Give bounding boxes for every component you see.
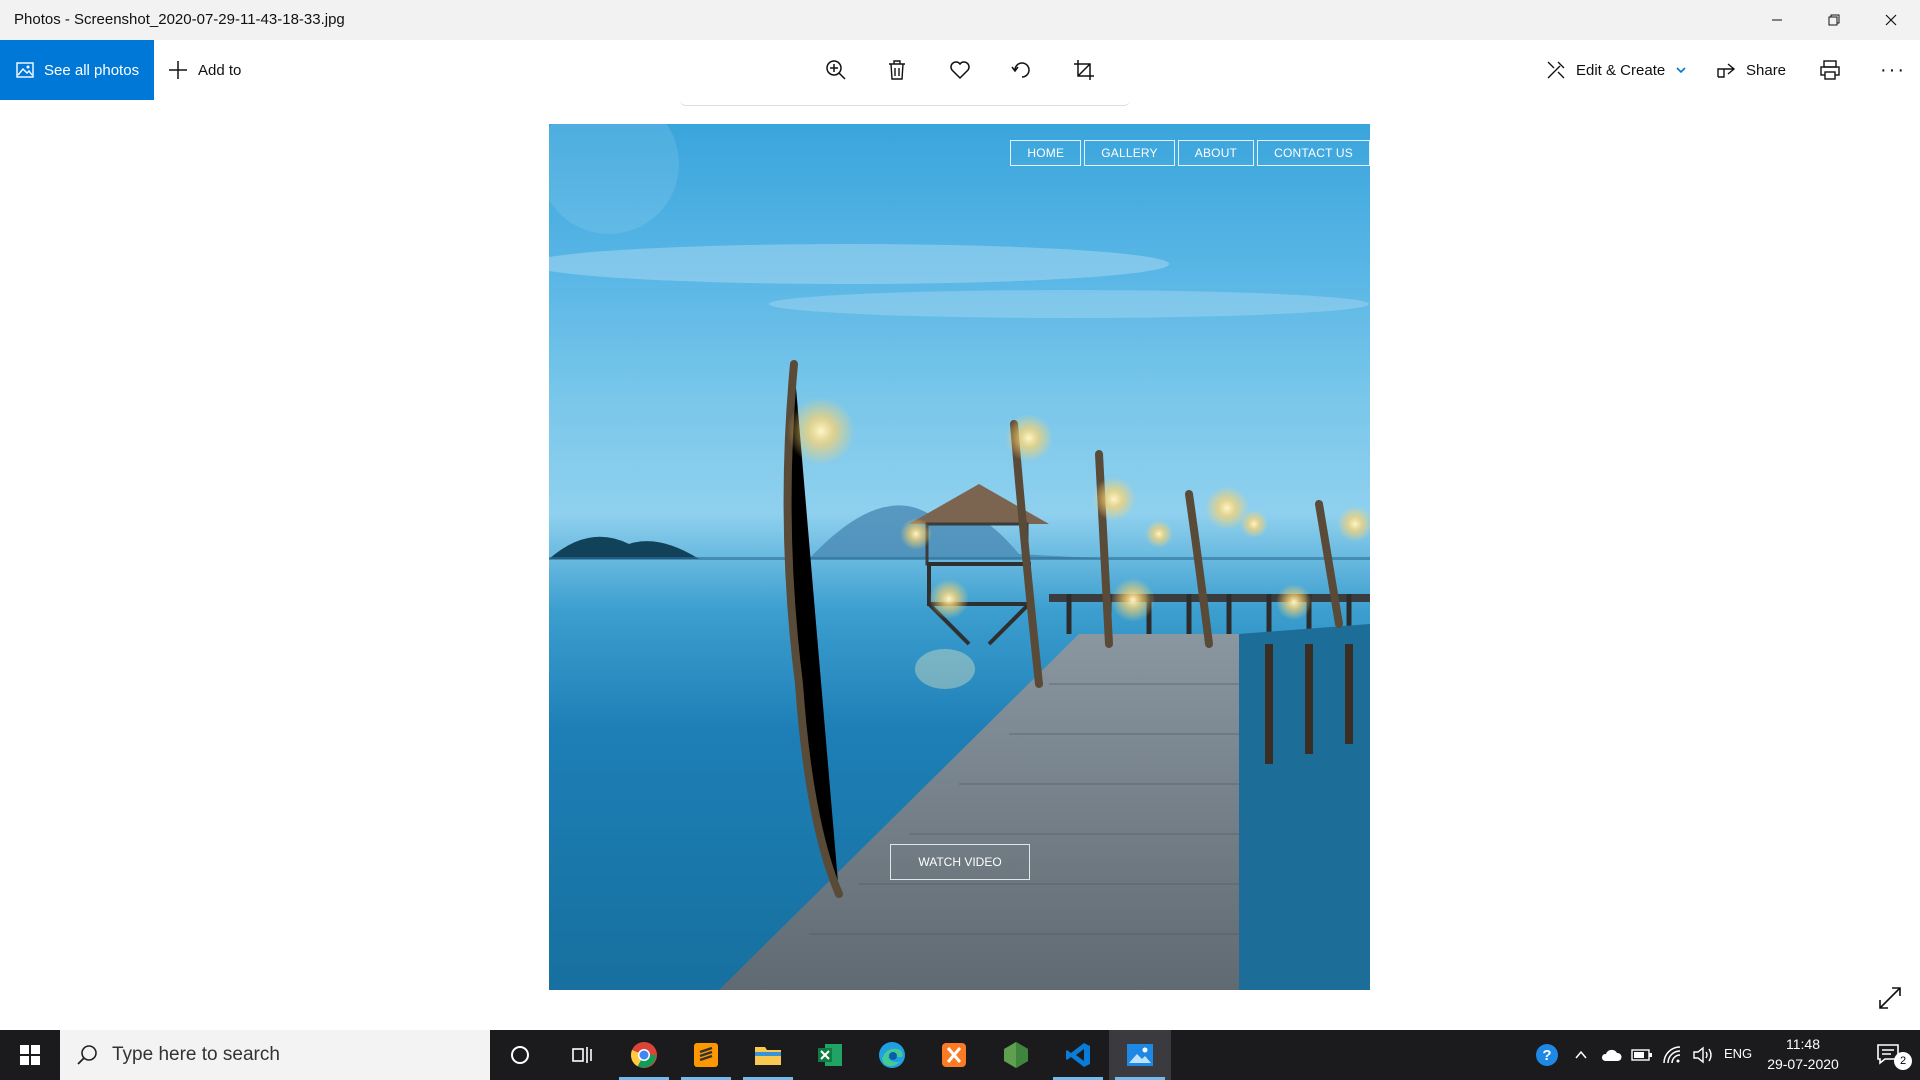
taskbar-search-box[interactable]: Type here to search xyxy=(60,1030,490,1080)
volume-tray-button[interactable] xyxy=(1688,1030,1718,1080)
nodejs-icon xyxy=(1004,1042,1028,1068)
crop-icon xyxy=(1074,60,1094,80)
title-bar: Photos - Screenshot_2020-07-29-11-43-18-… xyxy=(0,0,1920,40)
add-to-label: Add to xyxy=(198,61,242,79)
restore-button[interactable] xyxy=(1805,0,1862,40)
show-hidden-icons-button[interactable] xyxy=(1568,1030,1594,1080)
vscode-icon xyxy=(1066,1043,1090,1067)
notification-count-badge: 2 xyxy=(1894,1052,1912,1070)
chevron-up-icon xyxy=(1575,1050,1587,1059)
edit-create-button[interactable]: Edit & Create xyxy=(1546,40,1687,100)
clock-date: 29-07-2020 xyxy=(1767,1056,1839,1072)
nav-about: ABOUT xyxy=(1177,140,1255,166)
more-options-button[interactable]: ··· xyxy=(1880,40,1906,100)
taskbar-sublime-text[interactable] xyxy=(675,1030,737,1080)
minimize-button[interactable] xyxy=(1748,0,1805,40)
taskbar-edge[interactable] xyxy=(861,1030,923,1080)
delete-button[interactable] xyxy=(883,56,911,84)
taskbar-xampp[interactable] xyxy=(923,1030,985,1080)
onedrive-tray-button[interactable] xyxy=(1596,1030,1626,1080)
battery-icon xyxy=(1631,1049,1652,1061)
zoom-in-icon xyxy=(826,60,846,80)
edit-create-icon xyxy=(1547,61,1565,79)
taskbar-file-explorer[interactable] xyxy=(737,1030,799,1080)
folder-icon xyxy=(755,1047,781,1065)
windows-taskbar: Type here to search ? ENG 11:48 29-07-20… xyxy=(0,1030,1920,1080)
trash-icon xyxy=(889,60,905,80)
taskbar-excel[interactable] xyxy=(799,1030,861,1080)
nav-home: HOME xyxy=(1010,140,1082,166)
add-to-button[interactable]: Add to xyxy=(168,40,241,100)
action-center-button[interactable]: 2 xyxy=(1864,1030,1914,1080)
site-nav: HOME GALLERY ABOUT CONTACT US xyxy=(1007,140,1370,166)
filmstrip-hint xyxy=(680,100,1130,106)
input-language-indicator[interactable]: ENG xyxy=(1724,1046,1752,1061)
minimize-icon xyxy=(1771,19,1782,21)
photos-app-icon xyxy=(1127,1044,1153,1066)
cortana-button[interactable] xyxy=(489,1030,551,1080)
print-button[interactable] xyxy=(1816,56,1844,84)
see-all-photos-button[interactable]: See all photos xyxy=(0,40,154,100)
favorite-button[interactable] xyxy=(946,56,974,84)
edge-icon xyxy=(879,1042,905,1068)
photos-icon xyxy=(16,62,34,78)
task-view-button[interactable] xyxy=(551,1030,613,1080)
printer-icon xyxy=(1820,60,1840,80)
volume-icon xyxy=(1693,1046,1712,1064)
edit-create-label: Edit & Create xyxy=(1576,61,1666,79)
search-icon xyxy=(77,1045,97,1065)
search-placeholder: Type here to search xyxy=(112,1044,280,1065)
share-icon xyxy=(1717,63,1736,78)
window-title: Photos - Screenshot_2020-07-29-11-43-18-… xyxy=(14,11,345,28)
cortana-icon xyxy=(511,1046,529,1064)
wifi-icon xyxy=(1663,1046,1681,1064)
photo-viewer-image: HOME GALLERY ABOUT CONTACT US WATCH VIDE… xyxy=(549,124,1370,990)
expand-icon xyxy=(1879,987,1901,1009)
taskbar-clock[interactable]: 11:48 29-07-2020 xyxy=(1760,1034,1846,1074)
windows-logo-icon xyxy=(20,1045,40,1065)
taskbar-chrome[interactable] xyxy=(613,1030,675,1080)
watch-video-button: WATCH VIDEO xyxy=(890,844,1030,880)
plus-icon xyxy=(169,61,187,79)
zoom-button[interactable] xyxy=(822,56,850,84)
taskbar-photos[interactable] xyxy=(1109,1030,1171,1080)
cloud-icon xyxy=(1601,1049,1622,1061)
help-icon: ? xyxy=(1536,1044,1558,1066)
sublime-text-icon xyxy=(694,1043,718,1067)
close-icon xyxy=(1885,14,1896,26)
nav-contact-us: CONTACT US xyxy=(1257,140,1370,166)
share-button[interactable]: Share xyxy=(1716,40,1786,100)
heart-icon xyxy=(950,61,970,80)
chevron-down-icon xyxy=(1676,67,1686,74)
taskbar-nodejs[interactable] xyxy=(985,1030,1047,1080)
see-all-photos-label: See all photos xyxy=(44,61,140,79)
taskbar-vscode[interactable] xyxy=(1047,1030,1109,1080)
battery-tray-button[interactable] xyxy=(1628,1030,1656,1080)
restore-icon xyxy=(1828,14,1839,26)
svg-text:?: ? xyxy=(1542,1047,1551,1064)
full-screen-button[interactable] xyxy=(1876,984,1904,1012)
xampp-icon xyxy=(942,1043,966,1067)
nav-gallery: GALLERY xyxy=(1084,140,1175,166)
clock-time: 11:48 xyxy=(1786,1036,1820,1052)
rotate-button[interactable] xyxy=(1008,56,1036,84)
network-tray-button[interactable] xyxy=(1658,1030,1686,1080)
excel-icon xyxy=(818,1044,842,1066)
chrome-icon xyxy=(630,1042,657,1068)
task-view-icon xyxy=(572,1047,592,1063)
help-tray-button[interactable]: ? xyxy=(1530,1030,1564,1080)
close-button[interactable] xyxy=(1862,0,1919,40)
start-button[interactable] xyxy=(0,1030,60,1080)
share-label: Share xyxy=(1746,61,1787,79)
crop-button[interactable] xyxy=(1070,56,1098,84)
app-toolbar: See all photos Add to Edit & Create Shar… xyxy=(0,40,1920,100)
rotate-icon xyxy=(1011,62,1030,78)
